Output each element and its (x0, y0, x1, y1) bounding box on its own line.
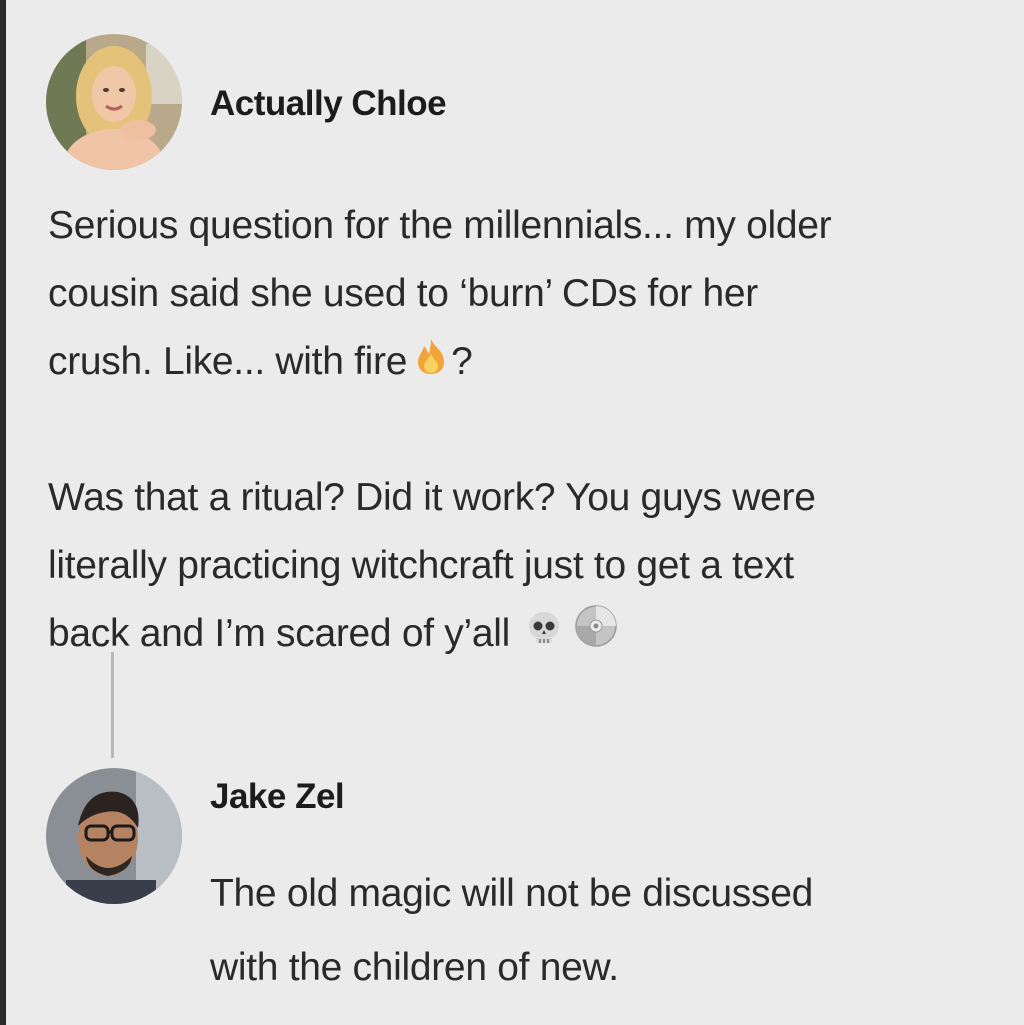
post-line-text: ? (451, 340, 473, 383)
post-line: crush. Like... with fire? (48, 328, 1018, 398)
avatar-chloe[interactable] (46, 34, 182, 170)
author-name[interactable]: Actually Chloe (210, 84, 447, 124)
post-paragraph: Serious question for the millennials... … (48, 192, 1018, 398)
post-line-text: crush. Like... with fire (48, 340, 408, 383)
skull-icon (524, 602, 564, 670)
post-line: Was that a ritual? Did it work? You guys… (48, 476, 816, 519)
post-line: back and I’m scared of y’all (48, 600, 1018, 670)
thread-connector (111, 652, 114, 758)
post-paragraph: Was that a ritual? Did it work? You guys… (48, 464, 1018, 670)
post-line: cousin said she used to ‘burn’ CDs for h… (48, 272, 758, 315)
post-line: Serious question for the millennials... … (48, 204, 832, 247)
reply-line: with the children of new. (210, 946, 619, 989)
fire-icon (411, 330, 451, 398)
post-line: literally practicing witchcraft just to … (48, 544, 794, 587)
avatar-jake[interactable] (46, 768, 182, 904)
cd-icon (574, 602, 618, 670)
post-line-text: back and I’m scared of y’all (48, 612, 510, 655)
post-card: Actually Chloe Serious question for the … (0, 0, 1024, 1025)
reply-line: The old magic will not be discussed (210, 872, 813, 915)
reply-author-name[interactable]: Jake Zel (210, 777, 345, 817)
reply-text: The old magic will not be discussed with… (210, 857, 1010, 1005)
